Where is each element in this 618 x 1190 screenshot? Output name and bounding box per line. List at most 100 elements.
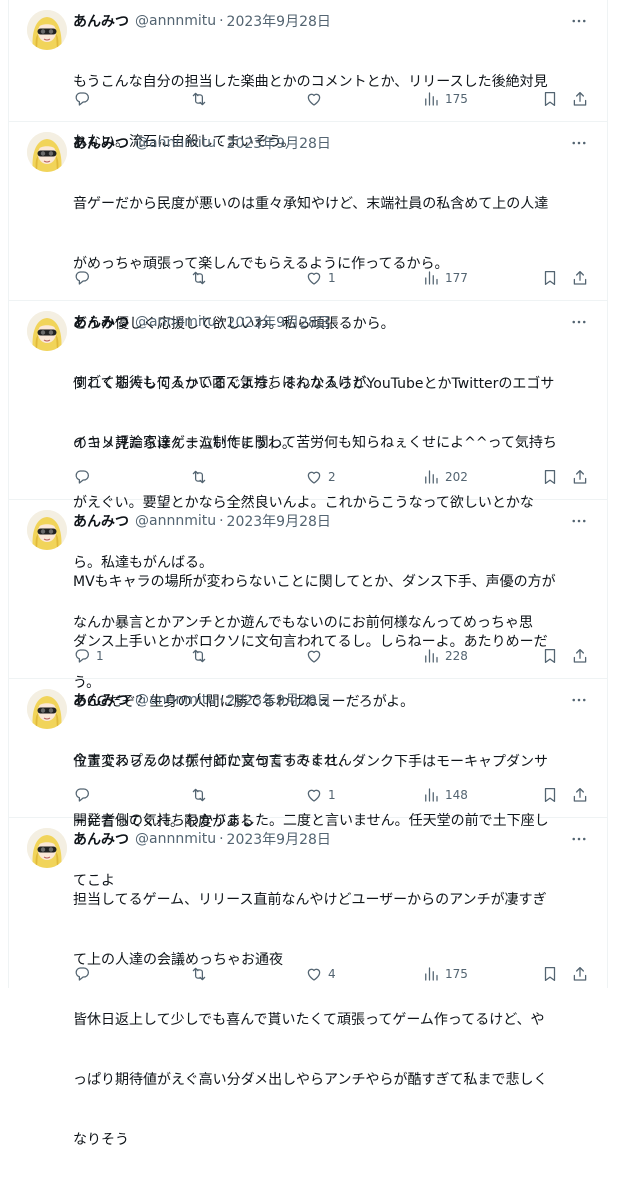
- timestamp[interactable]: 2023年9月28日: [227, 133, 331, 153]
- timestamp[interactable]: 2023年9月28日: [227, 829, 331, 849]
- more-options-icon[interactable]: [567, 509, 591, 533]
- tweet[interactable]: あんみつ @annnmitu · 2023年9月28日 音ゲーだから民度が悪いの…: [9, 122, 607, 452]
- views-button[interactable]: 228: [422, 644, 468, 668]
- timestamp[interactable]: 2023年9月28日: [227, 11, 331, 31]
- view-count: 228: [445, 649, 468, 663]
- timestamp[interactable]: 2023年9月28日: [227, 690, 331, 710]
- view-count: 177: [445, 271, 468, 285]
- share-button[interactable]: [571, 644, 589, 668]
- timestamp[interactable]: 2023年9月28日: [227, 312, 331, 332]
- heart-icon: [305, 786, 323, 804]
- view-count: 175: [445, 967, 468, 981]
- user-handle[interactable]: @annnmitu: [135, 692, 216, 708]
- display-name[interactable]: あんみつ: [73, 11, 129, 31]
- display-name[interactable]: あんみつ: [73, 511, 129, 531]
- retweet-button[interactable]: [190, 644, 213, 668]
- share-button[interactable]: [571, 783, 589, 807]
- bookmark-button[interactable]: [541, 962, 559, 986]
- reply-button[interactable]: [73, 783, 96, 807]
- tweet[interactable]: あんみつ @annnmitu · 2023年9月28日 MVもキャラの場所が変わ…: [9, 500, 607, 830]
- tweet-text-line: っぱり期待値がえぐ高い分ダメ出しやらアンチやらが酷すぎて私まで悲しく: [73, 1072, 548, 1088]
- display-name[interactable]: あんみつ: [73, 690, 129, 710]
- share-button[interactable]: [571, 962, 589, 986]
- reply-icon: [73, 468, 91, 486]
- reply-button[interactable]: 1: [73, 644, 104, 668]
- user-handle[interactable]: @annnmitu: [135, 314, 216, 330]
- like-button[interactable]: 1: [305, 783, 336, 807]
- share-button[interactable]: [571, 266, 589, 290]
- action-bar: 1 177: [73, 266, 599, 290]
- avatar[interactable]: [27, 10, 67, 50]
- avatar[interactable]: [27, 510, 67, 550]
- heart-icon: [305, 647, 323, 665]
- bookmark-icon: [541, 965, 559, 983]
- avatar[interactable]: [27, 132, 67, 172]
- share-icon: [571, 965, 589, 983]
- retweet-button[interactable]: [190, 962, 213, 986]
- views-icon: [422, 90, 440, 108]
- action-bar: 4 175: [73, 962, 599, 986]
- user-handle[interactable]: @annnmitu: [135, 135, 216, 151]
- retweet-button[interactable]: [190, 465, 213, 489]
- tweet[interactable]: あんみつ @annnmitu · 2023年9月28日 担当してるゲーム、リリー…: [9, 818, 607, 1148]
- retweet-button[interactable]: [190, 266, 213, 290]
- tweet[interactable]: あんみつ @annnmitu · 2023年9月28日 もうこんな自分の担当した…: [9, 0, 607, 150]
- avatar-icon: [27, 132, 67, 172]
- more-options-icon[interactable]: [567, 131, 591, 155]
- timestamp[interactable]: 2023年9月28日: [227, 511, 331, 531]
- more-options-icon[interactable]: [567, 688, 591, 712]
- reply-button[interactable]: [73, 962, 96, 986]
- more-options-icon[interactable]: [567, 9, 591, 33]
- like-button[interactable]: [305, 87, 328, 111]
- bookmark-button[interactable]: [541, 783, 559, 807]
- bookmark-button[interactable]: [541, 465, 559, 489]
- retweet-button[interactable]: [190, 87, 213, 111]
- more-options-icon[interactable]: [567, 310, 591, 334]
- like-button[interactable]: 1: [305, 266, 336, 290]
- avatar[interactable]: [27, 689, 67, 729]
- bookmark-icon: [541, 90, 559, 108]
- views-icon: [422, 965, 440, 983]
- like-button[interactable]: 2: [305, 465, 336, 489]
- more-options-icon[interactable]: [567, 827, 591, 851]
- separator: ·: [219, 692, 224, 708]
- bookmark-button[interactable]: [541, 266, 559, 290]
- user-handle[interactable]: @annnmitu: [135, 513, 216, 529]
- views-button[interactable]: 175: [422, 962, 468, 986]
- views-button[interactable]: 148: [422, 783, 468, 807]
- view-count: 175: [445, 92, 468, 106]
- bookmark-button[interactable]: [541, 644, 559, 668]
- tweet-text-line: 音ゲーだから民度が悪いのは重々承知やけど、末端社員の私含めて上の人達: [73, 196, 549, 212]
- user-handle[interactable]: @annnmitu: [135, 13, 216, 29]
- retweet-button[interactable]: [190, 783, 213, 807]
- tweet[interactable]: あんみつ @annnmitu · 2023年9月28日 今までスプラクソゲーとか…: [9, 679, 607, 889]
- avatar[interactable]: [27, 311, 67, 351]
- views-button[interactable]: 175: [422, 87, 468, 111]
- action-bar: 2 202: [73, 465, 599, 489]
- display-name[interactable]: あんみつ: [73, 829, 129, 849]
- reply-icon: [73, 786, 91, 804]
- avatar[interactable]: [27, 828, 67, 868]
- reply-button[interactable]: [73, 87, 96, 111]
- like-button[interactable]: 4: [305, 962, 336, 986]
- views-icon: [422, 269, 440, 287]
- reply-count: 1: [96, 649, 104, 663]
- tweet-text-line: 担当してるゲーム、リリース直前なんやけどユーザーからのアンチが凄すぎ: [73, 892, 547, 908]
- bookmark-icon: [541, 269, 559, 287]
- reply-button[interactable]: [73, 266, 96, 290]
- reply-icon: [73, 90, 91, 108]
- bookmark-icon: [541, 647, 559, 665]
- display-name[interactable]: あんみつ: [73, 312, 129, 332]
- display-name[interactable]: あんみつ: [73, 133, 129, 153]
- reply-button[interactable]: [73, 465, 96, 489]
- user-handle[interactable]: @annnmitu: [135, 831, 216, 847]
- views-button[interactable]: 202: [422, 465, 468, 489]
- like-button[interactable]: [305, 644, 328, 668]
- tweet-text-line: 皆休日返上して少しでも喜んで貰いたくて頑張ってゲーム作ってるけど、や: [73, 1012, 545, 1028]
- share-button[interactable]: [571, 465, 589, 489]
- share-button[interactable]: [571, 87, 589, 111]
- bookmark-button[interactable]: [541, 87, 559, 111]
- tweet[interactable]: あんみつ @annnmitu · 2023年9月28日 すごく期待してるって面で…: [9, 301, 607, 691]
- separator: ·: [219, 13, 224, 29]
- views-button[interactable]: 177: [422, 266, 468, 290]
